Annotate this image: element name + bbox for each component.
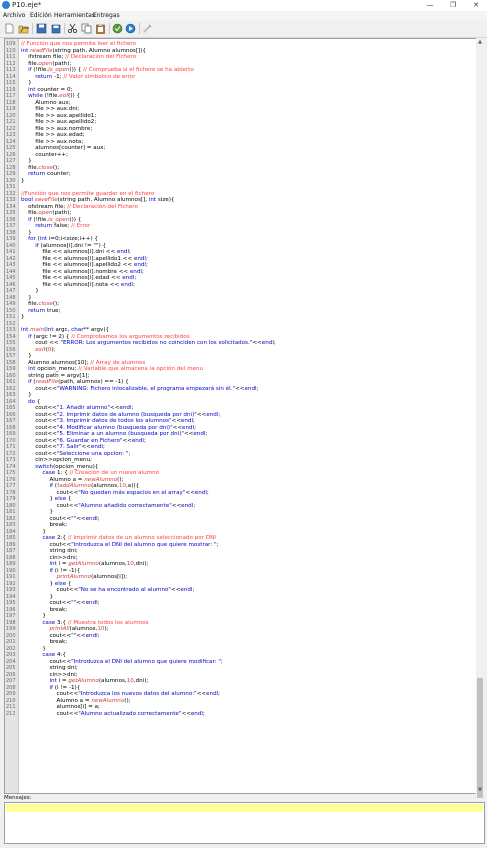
- menu-entregas[interactable]: Entregas: [93, 11, 120, 20]
- run-icon[interactable]: [125, 23, 136, 34]
- app-icon: [2, 1, 10, 9]
- menu-edicion[interactable]: Edición: [30, 11, 52, 20]
- scroll-down-icon[interactable]: ▼: [476, 786, 484, 794]
- code-lines: 109// Función que nos permite leer el fi…: [5, 41, 477, 717]
- close-button[interactable]: ✕: [465, 0, 487, 11]
- copy-icon[interactable]: [81, 23, 92, 34]
- debug-icon[interactable]: [142, 23, 153, 34]
- code-line: 212 cout<<"Alumno actualizado correctame…: [5, 711, 477, 718]
- messages-panel: [4, 802, 485, 844]
- scroll-up-icon[interactable]: ▲: [476, 38, 484, 46]
- toolbar: [0, 20, 487, 38]
- new-file-icon[interactable]: [4, 23, 15, 34]
- paste-icon[interactable]: [95, 23, 106, 34]
- compile-icon[interactable]: [112, 23, 123, 34]
- code-text: cout<<"Alumno actualizado correctamente"…: [21, 710, 205, 717]
- messages-label: Mensajes:: [4, 795, 32, 801]
- line-number: 212: [6, 710, 16, 717]
- vertical-scrollbar[interactable]: ▲ ▼: [476, 38, 484, 798]
- menu-archivo[interactable]: Archivo: [3, 11, 25, 20]
- minimize-button[interactable]: —: [419, 0, 441, 11]
- code-editor[interactable]: 109// Función que nos permite leer el fi…: [4, 38, 478, 794]
- window-title: P10.eje*: [12, 1, 42, 9]
- open-file-icon[interactable]: [18, 23, 29, 34]
- maximize-button[interactable]: ❐: [442, 0, 464, 11]
- menu-bar: Archivo Edición Herramientas Entregas: [0, 11, 487, 20]
- save-all-icon[interactable]: [50, 23, 61, 34]
- save-icon[interactable]: [36, 23, 47, 34]
- scrollbar-thumb[interactable]: [477, 678, 483, 798]
- messages-highlight-line: [6, 804, 483, 812]
- menu-herramientas[interactable]: Herramientas: [54, 11, 95, 20]
- cut-icon[interactable]: [67, 23, 78, 34]
